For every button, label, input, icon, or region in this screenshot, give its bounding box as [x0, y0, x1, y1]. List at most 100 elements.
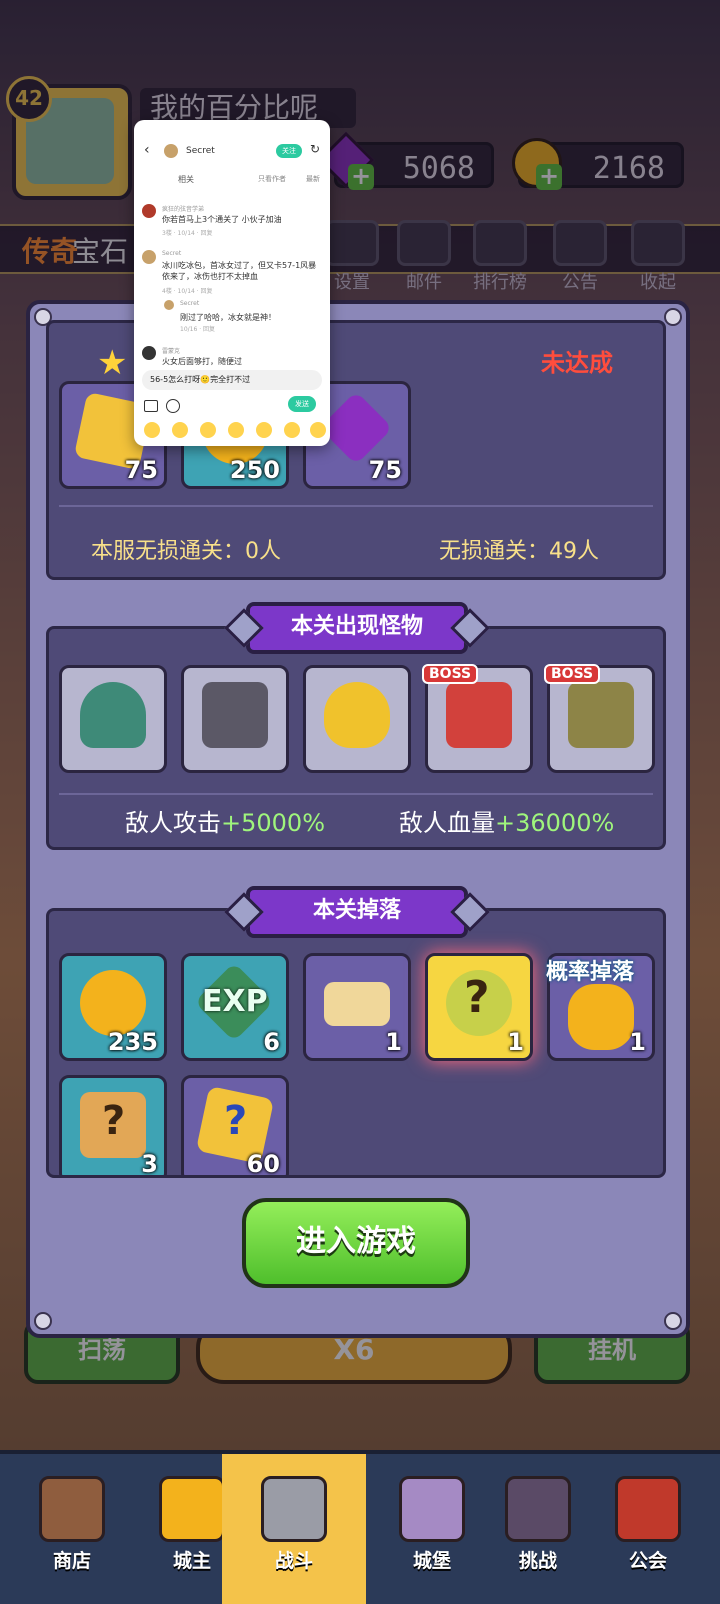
drop-count: 1	[507, 1028, 524, 1056]
drop-tile[interactable]: ? 1	[425, 953, 533, 1061]
monster-tile[interactable]	[59, 665, 167, 773]
boss-badge: BOSS	[422, 664, 479, 684]
question-mark-icon: ?	[224, 1098, 248, 1144]
back-icon[interactable]: ‹	[144, 142, 150, 158]
commenter-avatar	[164, 300, 174, 310]
emoji-icon[interactable]	[166, 399, 180, 413]
reward-count: 75	[368, 456, 402, 484]
comment-text: 冰川吃冰包，首冰女过了，但又卡57-1风暴依来了，冰伤也打不太掉血	[162, 261, 317, 281]
divider	[59, 505, 653, 507]
nav-battle-label: 战斗	[274, 1550, 313, 1572]
comment-meta: 3楼 · 10/14 · 回复	[162, 230, 213, 237]
monster-tile[interactable]: BOSS	[544, 664, 655, 773]
enemy-attack-stat: 敌人攻击+5000%	[125, 803, 325, 838]
rivet	[34, 1312, 52, 1330]
emoji-option[interactable]	[172, 422, 188, 438]
drop-count: 235	[107, 1028, 158, 1056]
commenter-avatar	[142, 250, 156, 264]
drop-tile[interactable]: ? 60	[181, 1075, 289, 1178]
manta-monster-icon	[80, 682, 146, 748]
commenter-avatar	[142, 204, 156, 218]
boss-badge: BOSS	[544, 664, 601, 684]
monster-tile[interactable]: BOSS	[422, 664, 533, 773]
drop-count: 60	[246, 1150, 280, 1178]
comment-input[interactable]: 56-5怎么打呀🙂完全打不过	[150, 374, 250, 385]
send-button[interactable]: 发送	[288, 396, 316, 412]
shop-icon	[39, 1476, 105, 1542]
enemy-attack-label: 敌人攻击	[125, 809, 221, 837]
crown-icon	[159, 1476, 225, 1542]
follow-button[interactable]: 关注	[276, 144, 302, 158]
emoji-option[interactable]	[144, 422, 160, 438]
comment-text: 你若首马上3个通关了 小伙子加油	[162, 215, 282, 224]
star-icon: ★	[97, 343, 128, 383]
comment-name: Secret	[180, 300, 200, 307]
coin-icon	[80, 970, 146, 1036]
comment-name: Secret	[162, 250, 182, 257]
enemy-attack-value: +5000%	[221, 809, 325, 837]
emoji-option[interactable]	[310, 422, 326, 438]
question-mark-icon: ?	[464, 972, 490, 1023]
drop-tile[interactable]: EXP 6	[181, 953, 289, 1061]
chat-overlay-window[interactable]: ‹ Secret 关注 ↻ 相关 只看作者 最新 疯狂的弦音学弟 你若首马上3个…	[134, 120, 330, 446]
drop-tile[interactable]: ? 3	[59, 1075, 167, 1178]
emoji-option[interactable]	[228, 422, 244, 438]
reward-count: 250	[229, 456, 280, 484]
exp-text: EXP	[202, 984, 268, 1019]
bottom-nav: 商店 城主 战斗 城堡 挑战 公会	[0, 1450, 720, 1604]
nav-battle[interactable]: 战斗	[222, 1454, 366, 1604]
nav-guild[interactable]: 公会	[576, 1454, 720, 1604]
drop-count: 1	[385, 1028, 402, 1056]
reward-count: 75	[124, 456, 158, 484]
banner-icon	[615, 1476, 681, 1542]
skull-knight-monster-icon	[202, 682, 268, 748]
drop-tile[interactable]: 1	[303, 953, 411, 1061]
server-clear-count: 本服无损通关：0人	[91, 539, 281, 564]
monster-section: BOSS BOSS 敌人攻击+5000% 敌人血量+36000%	[46, 626, 666, 850]
question-mark-icon: ?	[102, 1098, 126, 1144]
monster-face-icon	[505, 1476, 571, 1542]
flame-badge-icon	[568, 984, 634, 1050]
rivet	[664, 308, 682, 326]
comment-text: 火女后面够打，随便过	[162, 357, 242, 366]
castle-icon	[399, 1476, 465, 1542]
enemy-hp-label: 敌人血量	[399, 809, 495, 837]
tab-latest[interactable]: 最新	[306, 174, 320, 184]
emoji-option[interactable]	[200, 422, 216, 438]
drop-count: 3	[141, 1150, 158, 1178]
stage-info-panel: ★ 未达成 75 250 75 本服无损通关：0人 无损通关：49人 BOSS …	[26, 300, 690, 1338]
chance-drop-tag: 概率掉落	[546, 960, 635, 985]
tab-author-only[interactable]: 只看作者	[258, 174, 286, 184]
comment-name: 疯狂的弦音学弟	[162, 206, 205, 213]
emoji-option[interactable]	[256, 422, 272, 438]
emoji-option[interactable]	[284, 422, 300, 438]
image-icon[interactable]	[144, 400, 158, 412]
nav-guild-label: 公会	[628, 1550, 667, 1572]
enemy-hp-value: +36000%	[495, 809, 615, 837]
divider	[59, 793, 653, 795]
drop-count: 6	[263, 1028, 280, 1056]
comment-meta: 4楼 · 10/14 · 回复	[162, 288, 213, 295]
chat-username: Secret	[186, 146, 215, 156]
enter-game-button[interactable]: 进入游戏	[242, 1198, 470, 1288]
drops-title: 本关掉落	[246, 886, 468, 938]
monster-tile[interactable]	[303, 665, 411, 773]
monster-tile[interactable]	[181, 665, 289, 773]
stone-golem-monster-icon	[568, 682, 634, 748]
clear-count: 无损通关：49人	[439, 539, 599, 564]
drop-count: 1	[629, 1028, 646, 1056]
author-avatar	[164, 144, 178, 158]
comment-meta: 10/16 · 回复	[180, 326, 216, 333]
drop-tile[interactable]: 235	[59, 953, 167, 1061]
comment-input-bar[interactable]: 56-5怎么打呀🙂完全打不过	[142, 370, 322, 390]
ticket-icon	[324, 982, 390, 1026]
share-icon[interactable]: ↻	[310, 142, 320, 156]
gem-icon	[319, 391, 393, 465]
rivet	[664, 1312, 682, 1330]
enemy-hp-stat: 敌人血量+36000%	[399, 803, 614, 838]
comment-name: 雷蒙克	[162, 348, 181, 355]
tab-related[interactable]: 相关	[178, 174, 194, 185]
drops-section: 235 EXP 6 1 ? 1 1 ? 3 ? 60	[46, 908, 666, 1178]
monsters-title: 本关出现怪物	[246, 602, 468, 654]
fire-spirit-monster-icon	[324, 682, 390, 748]
